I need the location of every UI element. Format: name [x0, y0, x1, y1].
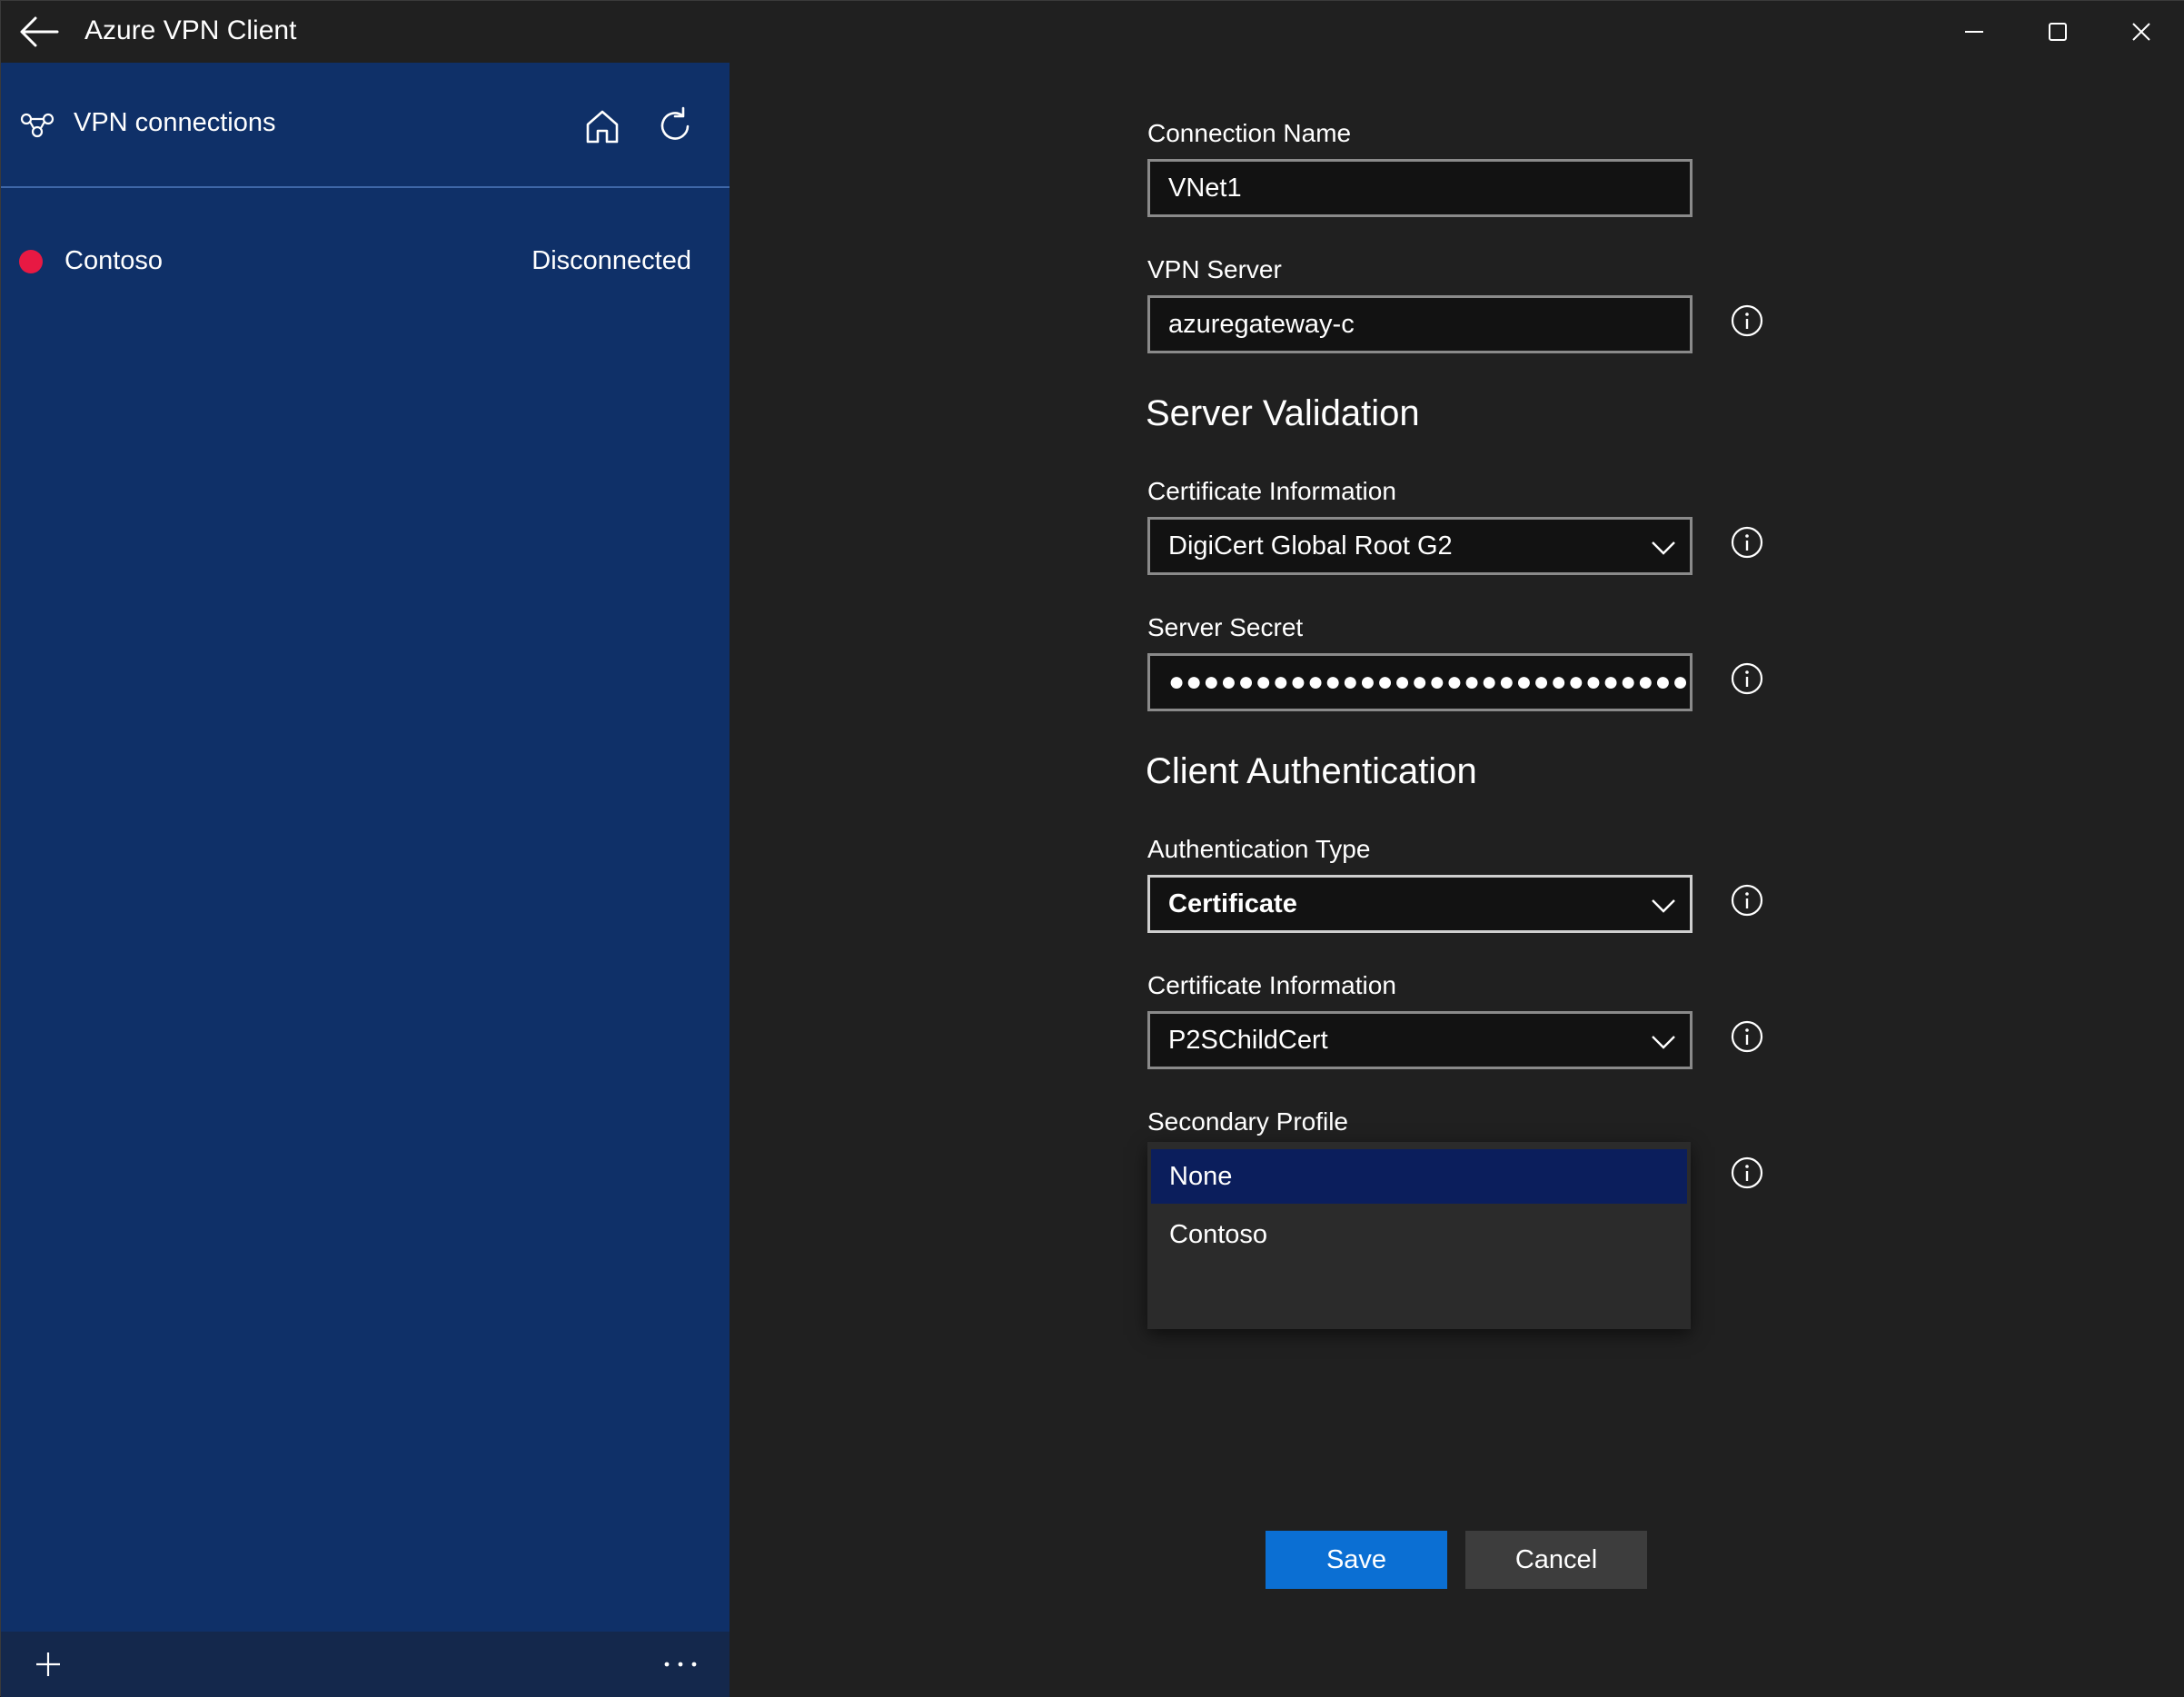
vpn-network-icon	[19, 110, 55, 139]
info-icon	[1731, 1156, 1763, 1189]
connection-name-label: Connection Name	[1147, 119, 1351, 148]
vpn-server-label: VPN Server	[1147, 255, 1282, 284]
more-options-button[interactable]	[653, 1644, 708, 1684]
server-secret-label: Server Secret	[1147, 613, 1303, 642]
server-secret-input[interactable]: ●●●●●●●●●●●●●●●●●●●●●●●●●●●●●●●●●	[1147, 653, 1693, 711]
minimize-button[interactable]	[1932, 1, 2016, 63]
secondary-profile-info-button[interactable]	[1729, 1155, 1765, 1191]
connection-name: Contoso	[65, 246, 163, 276]
info-icon	[1731, 884, 1763, 917]
server-certificate-select[interactable]: DigiCert Global Root G2	[1147, 517, 1693, 575]
authentication-type-info-button[interactable]	[1729, 882, 1765, 918]
save-button[interactable]: Save	[1266, 1531, 1447, 1589]
close-icon	[2131, 22, 2151, 42]
add-connection-button[interactable]	[28, 1644, 68, 1684]
dropdown-option-none[interactable]: None	[1151, 1149, 1687, 1204]
authentication-type-select[interactable]: Certificate	[1147, 875, 1693, 933]
authentication-type-value: Certificate	[1168, 889, 1297, 919]
dropdown-option-contoso[interactable]: Contoso	[1151, 1207, 1687, 1262]
maximize-icon	[2048, 22, 2068, 42]
secondary-profile-dropdown: None Contoso	[1147, 1142, 1691, 1329]
app-window: Azure VPN Client VPN connections	[0, 0, 2184, 1696]
server-certificate-value: DigiCert Global Root G2	[1168, 531, 1453, 561]
chevron-down-icon	[1650, 1030, 1677, 1052]
connection-name-input[interactable]: VNet1	[1147, 159, 1693, 217]
title-bar: Azure VPN Client	[1, 1, 2184, 63]
sidebar-title: VPN connections	[74, 108, 275, 138]
vpn-server-info-button[interactable]	[1729, 303, 1765, 339]
sidebar: VPN connections Contoso Disconnected	[1, 63, 730, 1697]
server-certificate-info-button[interactable]	[1729, 524, 1765, 561]
status-dot-icon	[19, 250, 43, 273]
close-button[interactable]	[2100, 1, 2183, 63]
home-button[interactable]	[579, 103, 626, 150]
arrow-left-icon	[19, 15, 59, 48]
home-icon	[583, 107, 621, 145]
info-icon	[1731, 1020, 1763, 1053]
chevron-down-icon	[1650, 536, 1677, 558]
info-icon	[1731, 304, 1763, 337]
info-icon	[1731, 662, 1763, 695]
secondary-profile-label: Secondary Profile	[1147, 1107, 1348, 1136]
window-title: Azure VPN Client	[84, 15, 296, 46]
connection-item-contoso[interactable]: Contoso Disconnected	[1, 223, 730, 299]
client-authentication-heading: Client Authentication	[1146, 751, 1477, 792]
sidebar-footer	[1, 1632, 730, 1697]
cancel-button[interactable]: Cancel	[1465, 1531, 1647, 1589]
chevron-down-icon	[1650, 894, 1677, 916]
authentication-type-label: Authentication Type	[1147, 835, 1370, 864]
client-certificate-select[interactable]: P2SChildCert	[1147, 1011, 1693, 1069]
maximize-button[interactable]	[2016, 1, 2100, 63]
client-certificate-info-label: Certificate Information	[1147, 971, 1396, 1000]
more-icon	[662, 1661, 699, 1668]
sidebar-divider	[1, 186, 730, 188]
plus-icon	[35, 1651, 62, 1678]
minimize-icon	[1964, 22, 1984, 42]
vpn-server-input[interactable]: azuregateway-c	[1147, 295, 1693, 353]
connection-status: Disconnected	[531, 246, 691, 276]
refresh-button[interactable]	[651, 103, 699, 150]
server-certificate-info-label: Certificate Information	[1147, 477, 1396, 506]
refresh-icon	[655, 106, 695, 146]
back-button[interactable]	[10, 6, 68, 57]
client-certificate-info-button[interactable]	[1729, 1018, 1765, 1055]
server-secret-info-button[interactable]	[1729, 660, 1765, 697]
sidebar-header: VPN connections	[1, 63, 730, 186]
info-icon	[1731, 526, 1763, 559]
client-certificate-value: P2SChildCert	[1168, 1026, 1328, 1056]
server-validation-heading: Server Validation	[1146, 393, 1420, 434]
